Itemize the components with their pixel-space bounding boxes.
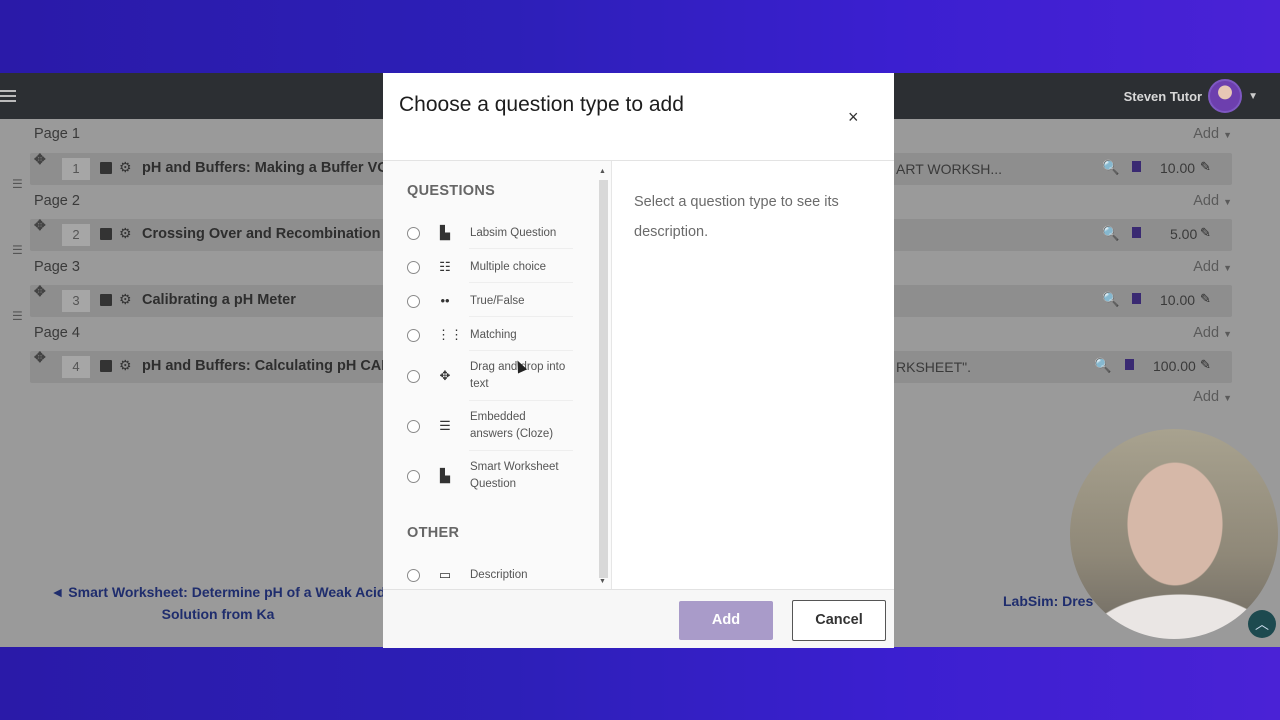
preview-icon[interactable]: 🔍 <box>1102 159 1119 176</box>
max-mark: 10.00 <box>1160 160 1196 176</box>
question-number: 4 <box>62 356 90 378</box>
max-mark: 10.00 <box>1160 292 1196 308</box>
add-button[interactable]: Add <box>679 601 773 640</box>
preview-icon[interactable]: 🔍 <box>1102 291 1119 308</box>
scrollbar-thumb[interactable] <box>599 180 608 578</box>
divider <box>611 161 612 589</box>
webcam-overlay <box>1070 429 1278 639</box>
max-mark: 100.00 <box>1153 358 1196 374</box>
list-icon: ☷ <box>439 259 451 274</box>
radio-button[interactable] <box>407 470 420 483</box>
divider <box>469 282 573 283</box>
image-icon: ▭ <box>438 567 452 582</box>
chevron-up-icon[interactable]: ︿ <box>1248 610 1276 638</box>
next-activity-link[interactable]: LabSim: Dres <box>1003 593 1093 609</box>
close-icon[interactable]: × <box>848 107 859 128</box>
move-icon[interactable]: ✥ <box>34 283 46 300</box>
max-mark: 5.00 <box>1170 226 1198 242</box>
divider <box>469 350 573 351</box>
user-menu[interactable]: Steven Tutor ▼ <box>1123 79 1258 113</box>
question-text-preview: ART WORKSH... <box>896 161 1003 177</box>
beaker-icon: ▙ <box>440 225 450 240</box>
preview-icon[interactable]: 🔍 <box>1102 225 1119 242</box>
cloze-icon: ☰ <box>439 418 451 433</box>
page-header: Page 3 <box>34 259 80 275</box>
question-title[interactable]: Calibrating a pH Meter <box>142 292 296 308</box>
page-header: Page 1 <box>34 126 80 142</box>
radio-button[interactable] <box>407 370 420 383</box>
avatar <box>1208 79 1243 113</box>
question-type-list: QUESTIONS ▙ Labsim Question ☷ Multiple c… <box>383 161 611 589</box>
user-name: Steven Tutor <box>1123 88 1203 104</box>
repaginate-icon[interactable]: ☰ <box>12 243 23 257</box>
move-icon[interactable]: ✥ <box>34 151 46 168</box>
scrollbar[interactable]: ▲ ▼ <box>597 168 609 590</box>
grid-icon: ⋮⋮ <box>437 327 463 342</box>
gear-icon[interactable]: ⚙ <box>119 291 132 308</box>
type-description: Select a question type to see its descri… <box>634 194 839 240</box>
question-number: 2 <box>62 224 90 246</box>
edit-icon[interactable]: ✎ <box>1200 225 1211 241</box>
page-header: Page 4 <box>34 325 80 341</box>
question-title[interactable]: pH and Buffers: Calculating pH CAL <box>142 358 390 374</box>
edit-icon[interactable]: ✎ <box>1200 357 1211 373</box>
edit-icon[interactable]: ✎ <box>1200 159 1211 175</box>
question-type-icon <box>100 162 112 174</box>
add-dropdown[interactable]: Add ▼ <box>1193 193 1232 209</box>
repaginate-icon[interactable]: ☰ <box>12 177 23 191</box>
radio-button[interactable] <box>407 227 420 240</box>
radio-button[interactable] <box>407 261 420 274</box>
question-type-icon <box>100 228 112 240</box>
question-type-icon <box>100 294 112 306</box>
gear-icon[interactable]: ⚙ <box>119 159 132 176</box>
scroll-up-icon[interactable]: ▲ <box>599 168 606 175</box>
delete-icon[interactable] <box>1132 293 1141 304</box>
chevron-down-icon: ▼ <box>1248 90 1258 102</box>
move-icon[interactable]: ✥ <box>34 217 46 234</box>
previous-activity-link[interactable]: ◄ Smart Worksheet: Determine pH of a Wea… <box>40 581 396 625</box>
delete-icon[interactable] <box>1132 227 1141 238</box>
radio-button[interactable] <box>407 420 420 433</box>
question-number: 1 <box>62 158 90 180</box>
divider <box>469 248 573 249</box>
gear-icon[interactable]: ⚙ <box>119 357 132 374</box>
section-other: OTHER <box>407 525 460 541</box>
add-dropdown[interactable]: Add ▼ <box>1193 126 1232 142</box>
question-type-dialog: Choose a question type to add × QUESTION… <box>383 73 894 648</box>
divider <box>469 316 573 317</box>
gear-icon[interactable]: ⚙ <box>119 225 132 242</box>
question-title[interactable]: pH and Buffers: Making a Buffer VO <box>142 160 389 176</box>
scroll-down-icon[interactable]: ▼ <box>599 578 606 585</box>
page-header: Page 2 <box>34 193 80 209</box>
preview-icon[interactable]: 🔍 <box>1094 357 1111 374</box>
radio-button[interactable] <box>407 569 420 582</box>
dots-icon: •• <box>440 293 450 308</box>
dialog-title: Choose a question type to add <box>399 93 684 116</box>
move-icon[interactable]: ✥ <box>34 349 46 366</box>
divider <box>469 450 573 451</box>
question-title[interactable]: Crossing Over and Recombination <box>142 226 381 242</box>
add-dropdown[interactable]: Add ▼ <box>1193 325 1232 341</box>
radio-button[interactable] <box>407 295 420 308</box>
beaker-icon: ▙ <box>440 468 450 483</box>
cancel-button[interactable]: Cancel <box>792 600 886 641</box>
question-text-preview: RKSHEET". <box>896 359 971 375</box>
add-dropdown[interactable]: Add ▼ <box>1193 259 1232 275</box>
radio-button[interactable] <box>407 329 420 342</box>
section-questions: QUESTIONS <box>407 183 496 199</box>
divider <box>469 400 573 401</box>
question-number: 3 <box>62 290 90 312</box>
menu-icon[interactable] <box>0 87 16 105</box>
add-dropdown[interactable]: Add ▼ <box>1193 389 1232 405</box>
move-icon: ✥ <box>439 368 451 383</box>
delete-icon[interactable] <box>1132 161 1141 172</box>
delete-icon[interactable] <box>1125 359 1134 370</box>
edit-icon[interactable]: ✎ <box>1200 291 1211 307</box>
repaginate-icon[interactable]: ☰ <box>12 309 23 323</box>
question-type-icon <box>100 360 112 372</box>
